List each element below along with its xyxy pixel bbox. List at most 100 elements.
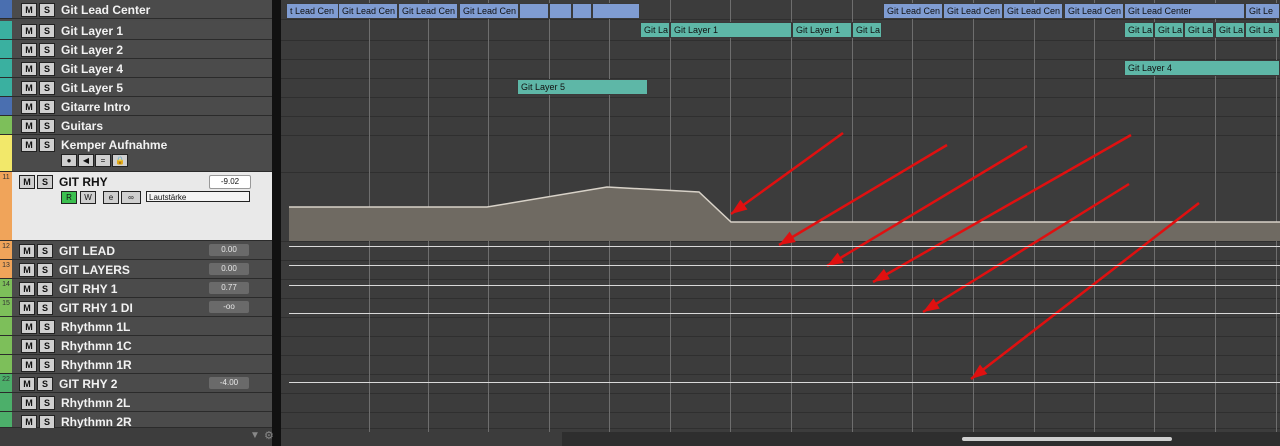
- track-color-bar[interactable]: [0, 78, 12, 96]
- track-color-bar[interactable]: [0, 393, 12, 411]
- track-name[interactable]: Git Layer 5: [61, 81, 123, 95]
- audio-event[interactable]: Git Layer 1: [670, 22, 792, 38]
- audio-event[interactable]: Git Lead Cen: [883, 3, 943, 19]
- solo-button[interactable]: S: [37, 377, 53, 391]
- solo-button[interactable]: S: [39, 81, 55, 95]
- mute-button[interactable]: M: [19, 175, 35, 189]
- audio-event[interactable]: Git Lead Cen: [338, 3, 398, 19]
- track-row[interactable]: M S Git Lead Center: [0, 0, 272, 19]
- track-name[interactable]: Guitars: [61, 119, 103, 133]
- mute-button[interactable]: M: [19, 244, 35, 258]
- track-row[interactable]: M S Kemper Aufnahme ● ◀ = 🔒: [0, 135, 272, 172]
- edit-icon[interactable]: e: [103, 191, 119, 204]
- solo-button[interactable]: S: [39, 320, 55, 334]
- track-row[interactable]: M S Git Layer 2: [0, 40, 272, 59]
- audio-event[interactable]: Git La: [1245, 22, 1280, 38]
- solo-button[interactable]: S: [39, 43, 55, 57]
- volume-value[interactable]: -oo: [209, 301, 249, 313]
- track-color-bar[interactable]: [0, 59, 12, 77]
- track-row[interactable]: M S Gitarre Intro: [0, 97, 272, 116]
- track-name[interactable]: Git Layer 1: [61, 24, 123, 38]
- track-name[interactable]: GIT LAYERS: [59, 263, 130, 277]
- mute-button[interactable]: M: [21, 396, 37, 410]
- track-row[interactable]: M S Git Layer 1: [0, 21, 272, 40]
- track-name[interactable]: GIT RHY 2: [59, 377, 117, 391]
- track-color-bar[interactable]: [0, 135, 12, 171]
- mute-button[interactable]: M: [19, 377, 35, 391]
- mute-button[interactable]: M: [21, 81, 37, 95]
- audio-event[interactable]: Git Lead Cen: [1003, 3, 1063, 19]
- track-row[interactable]: M S Guitars: [0, 116, 272, 135]
- track-name[interactable]: GIT LEAD: [59, 244, 115, 258]
- write-automation-button[interactable]: W: [80, 191, 96, 204]
- audio-event[interactable]: [572, 3, 592, 19]
- track-row[interactable]: M S Git Layer 5: [0, 78, 272, 97]
- mute-button[interactable]: M: [19, 301, 35, 315]
- solo-button[interactable]: S: [39, 358, 55, 372]
- mute-button[interactable]: M: [21, 339, 37, 353]
- track-row[interactable]: M S Rhythmn 2L: [0, 393, 272, 412]
- track-name[interactable]: Rhythmn 1R: [61, 358, 132, 372]
- audio-event[interactable]: [519, 3, 549, 19]
- audio-event[interactable]: Git La: [1124, 22, 1154, 38]
- track-color-bar[interactable]: [0, 317, 12, 335]
- track-color-bar[interactable]: [0, 0, 12, 18]
- solo-button[interactable]: S: [39, 3, 55, 17]
- speaker-icon[interactable]: ◀: [78, 154, 94, 167]
- track-row[interactable]: M S Rhythmn 1L: [0, 317, 272, 336]
- scrollbar-thumb[interactable]: [962, 437, 1172, 441]
- mute-button[interactable]: M: [19, 282, 35, 296]
- mute-button[interactable]: M: [21, 415, 37, 429]
- audio-event[interactable]: [549, 3, 572, 19]
- volume-value[interactable]: -4.00: [209, 377, 249, 389]
- mute-button[interactable]: M: [21, 3, 37, 17]
- audio-event[interactable]: Git Lead Cen: [459, 3, 519, 19]
- track-name[interactable]: Rhythmn 2R: [61, 415, 132, 429]
- gear-icon[interactable]: ⚙: [264, 429, 274, 442]
- automation-line[interactable]: [289, 313, 1280, 314]
- volume-value[interactable]: -9.02: [209, 175, 251, 189]
- mute-button[interactable]: M: [21, 43, 37, 57]
- mute-button[interactable]: M: [21, 358, 37, 372]
- arrangement-area[interactable]: t Lead Cen Git Lead Cen Git Lead Cen Git Le…: [281, 0, 1280, 446]
- track-name[interactable]: GIT RHY: [59, 175, 108, 189]
- audio-event[interactable]: Git La: [1184, 22, 1214, 38]
- audio-event[interactable]: Git Lead Cen: [943, 3, 1003, 19]
- solo-button[interactable]: S: [39, 62, 55, 76]
- solo-button[interactable]: S: [39, 24, 55, 38]
- mute-button[interactable]: M: [21, 320, 37, 334]
- audio-event[interactable]: Git La: [1215, 22, 1245, 38]
- audio-event[interactable]: Git Layer 1: [792, 22, 852, 38]
- read-automation-button[interactable]: R: [61, 191, 77, 204]
- automation-line[interactable]: [289, 285, 1280, 286]
- chevron-down-icon[interactable]: ▼: [250, 430, 260, 441]
- track-color-bar[interactable]: [0, 21, 12, 39]
- automation-line[interactable]: [289, 246, 1280, 247]
- track-row[interactable]: M S Rhythmn 1C: [0, 336, 272, 355]
- audio-event[interactable]: Git Le: [1245, 3, 1280, 19]
- track-row[interactable]: M S Git Layer 4: [0, 59, 272, 78]
- automation-line[interactable]: [289, 265, 1280, 266]
- audio-event[interactable]: Git Layer 4: [1124, 60, 1280, 76]
- horizontal-scrollbar[interactable]: [562, 432, 1280, 446]
- lock-icon[interactable]: 🔒: [112, 154, 128, 167]
- track-color-bar[interactable]: [0, 40, 12, 58]
- audio-event[interactable]: Git La: [640, 22, 670, 38]
- volume-value[interactable]: 0.00: [209, 263, 249, 275]
- audio-event[interactable]: Git Lead Cen: [398, 3, 458, 19]
- track-color-bar[interactable]: [0, 97, 12, 115]
- record-icon[interactable]: ●: [61, 154, 77, 167]
- mute-button[interactable]: M: [21, 100, 37, 114]
- track-color-bar[interactable]: [0, 412, 12, 427]
- track-name[interactable]: Rhythmn 1C: [61, 339, 132, 353]
- solo-button[interactable]: S: [39, 339, 55, 353]
- track-row[interactable]: M S Rhythmn 1R: [0, 355, 272, 374]
- track-row[interactable]: 13 M S GIT LAYERS 0.00: [0, 260, 272, 279]
- track-row[interactable]: M S Rhythmn 2R: [0, 412, 272, 429]
- solo-button[interactable]: S: [39, 396, 55, 410]
- track-color-bar[interactable]: [0, 172, 12, 240]
- audio-event[interactable]: Git La: [852, 22, 882, 38]
- volume-value[interactable]: 0.77: [209, 282, 249, 294]
- audio-event[interactable]: Git La: [1154, 22, 1184, 38]
- panel-divider[interactable]: [272, 0, 281, 446]
